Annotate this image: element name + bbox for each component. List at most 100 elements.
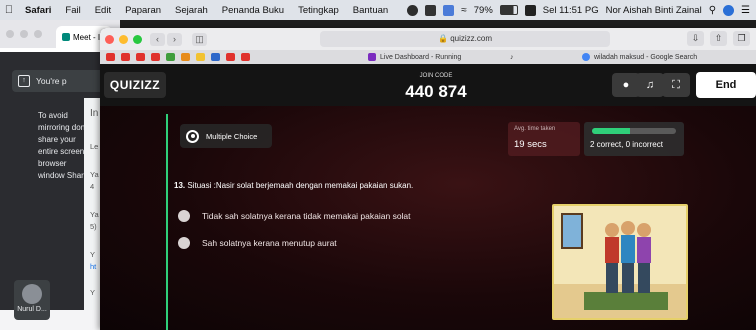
radio-icon — [186, 129, 199, 143]
join-code-label: JOIN CODE — [419, 73, 453, 79]
bg-window-controls[interactable] — [0, 25, 42, 43]
address-bar[interactable]: 🔒 quizizz.com — [320, 31, 610, 47]
presenting-button[interactable]: ↑ You're p — [12, 70, 106, 92]
menu-paparan[interactable]: Paparan — [118, 5, 168, 16]
quizizz-header: QUIZIZZ JOIN CODE 440 874 ● ♫ ⛶ End — [100, 64, 756, 106]
bg-tab-label: Meet - I — [73, 32, 101, 42]
option-label: Sah solatnya kerana menutup aurat — [202, 238, 337, 248]
google-favicon-icon — [582, 53, 590, 61]
toolbar-right-icons: ⇩ ⇧ ❐ — [687, 31, 750, 46]
question-number: 13. — [174, 181, 186, 190]
side-text: In — [90, 108, 99, 119]
side-text: Y — [90, 288, 96, 297]
record-icon[interactable] — [407, 4, 419, 16]
forward-button[interactable]: › — [167, 32, 182, 46]
accuracy-bar — [592, 128, 676, 134]
bookmark-icon[interactable] — [211, 53, 220, 61]
tabs-overview-icon[interactable]: ❐ — [733, 31, 750, 46]
menu-bantuan[interactable]: Bantuan — [346, 5, 395, 16]
bookmark-icon[interactable] — [166, 53, 175, 61]
tab-label: Live Dashboard - Running — [380, 53, 462, 61]
tab-google-search[interactable]: wiladah maksud - Google Search — [582, 50, 697, 64]
progress-line — [166, 114, 168, 330]
status-area: ≈ 79% Sel 11:51 PG Nor Aishah Binti Zain… — [407, 4, 756, 16]
results-card: 2 correct, 0 incorrect — [584, 122, 684, 156]
menu-tetingkap[interactable]: Tetingkap — [291, 5, 346, 16]
notification-center-icon[interactable]: ☰ — [741, 5, 750, 16]
side-text: Y — [90, 250, 96, 259]
battery-icon[interactable] — [499, 5, 518, 15]
favorites-and-tabs-bar: Live Dashboard - Running ♪ wiladah maksu… — [100, 50, 756, 64]
meet-icon[interactable] — [425, 4, 437, 16]
option-marker-icon — [178, 237, 190, 249]
menu-app-safari[interactable]: Safari — [18, 5, 58, 16]
word-icon[interactable] — [196, 53, 205, 61]
menu-bar:  Safari Fail Edit Paparan Sejarah Penan… — [0, 0, 756, 20]
nav-buttons: ‹ › ◫ — [150, 32, 207, 46]
zoom-window-icon[interactable] — [133, 34, 142, 44]
question-illustration[interactable] — [552, 204, 688, 320]
avg-time-label: Avg. time taken — [514, 126, 556, 132]
battery-percent[interactable]: 79% — [474, 5, 493, 16]
option-marker-icon — [178, 210, 190, 222]
siri-icon[interactable] — [723, 4, 735, 16]
menu-sejarah[interactable]: Sejarah — [168, 5, 215, 16]
spotlight-search-icon[interactable]: ⚲ — [709, 5, 716, 16]
side-text: Le — [90, 142, 99, 151]
sound-button[interactable]: ♫ — [636, 73, 664, 97]
quizizz-logo[interactable]: QUIZIZZ — [104, 72, 166, 98]
youtube-icon[interactable] — [226, 53, 235, 61]
youtube-icon[interactable] — [106, 53, 115, 61]
safari-toolbar: ‹ › ◫ ◯ 🔒 quizizz.com ⇩ ⇧ ❐ — [100, 28, 756, 50]
answer-option[interactable]: Tidak sah solatnya kerana tidak memakai … — [178, 210, 411, 222]
address-text: quizizz.com — [450, 34, 492, 43]
side-text: 5) — [90, 222, 97, 231]
user-name[interactable]: Nor Aishah Binti Zainal — [606, 5, 702, 16]
meet-favicon-icon — [62, 33, 70, 41]
presenting-label: You're p — [36, 76, 67, 86]
input-source-icon[interactable] — [524, 4, 536, 16]
menu-fail[interactable]: Fail — [58, 5, 87, 16]
join-code: 440 874 — [405, 82, 467, 101]
youtube-icon[interactable] — [151, 53, 160, 61]
apple-icon[interactable]:  — [0, 4, 18, 16]
wifi-icon[interactable]: ≈ — [461, 5, 467, 16]
youtube-icon[interactable] — [241, 53, 250, 61]
avg-time-card: Avg. time taken 19 secs — [508, 122, 580, 156]
bookmark-icon[interactable] — [181, 53, 190, 61]
tab-label: wiladah maksud - Google Search — [594, 53, 698, 61]
safari-window: ‹ › ◫ ◯ 🔒 quizizz.com ⇩ ⇧ ❐ Live Dashboa… — [100, 28, 756, 330]
participant-tile[interactable]: Nurul D... — [14, 280, 50, 320]
audio-playing-icon[interactable]: ♪ — [510, 50, 514, 64]
question-body: Situasi :Nasir solat berjemaah dengan me… — [187, 181, 414, 190]
side-link[interactable]: ht — [90, 262, 96, 271]
download-icon[interactable]: ⇩ — [687, 31, 704, 46]
question-type-label: Multiple Choice — [206, 131, 258, 141]
question-type-badge: Multiple Choice — [180, 124, 272, 148]
results-text: 2 correct, 0 incorrect — [590, 140, 663, 149]
youtube-icon[interactable] — [136, 53, 145, 61]
back-button[interactable]: ‹ — [150, 32, 165, 46]
end-button[interactable]: End — [696, 72, 756, 98]
participant-name: Nurul D... — [17, 306, 47, 313]
share-icon[interactable]: ⇧ — [710, 31, 727, 46]
answer-option[interactable]: Sah solatnya kerana menutup aurat — [178, 237, 337, 249]
screen-share-icon[interactable] — [443, 4, 455, 16]
side-text: 4 — [90, 182, 95, 191]
present-icon: ↑ — [18, 75, 30, 87]
accuracy-bar-fill — [592, 128, 630, 134]
avatar — [22, 284, 42, 304]
question-text: 13. Situasi :Nasir solat berjemaah denga… — [174, 181, 413, 190]
minimize-window-icon[interactable] — [119, 34, 128, 44]
menu-penanda-buku[interactable]: Penanda Buku — [215, 5, 291, 16]
youtube-icon[interactable] — [121, 53, 130, 61]
quizizz-favicon-icon — [368, 53, 376, 61]
tab-live-dashboard[interactable]: Live Dashboard - Running — [368, 50, 461, 64]
sidebar-toggle-icon[interactable]: ◫ — [192, 32, 207, 46]
option-label: Tidak sah solatnya kerana tidak memakai … — [202, 211, 411, 221]
close-window-icon[interactable] — [105, 34, 114, 44]
clock[interactable]: Sel 11:51 PG — [543, 5, 599, 16]
menu-edit[interactable]: Edit — [88, 5, 118, 16]
avg-time-value: 19 secs — [514, 139, 547, 150]
fullscreen-button[interactable]: ⛶ — [662, 73, 690, 97]
